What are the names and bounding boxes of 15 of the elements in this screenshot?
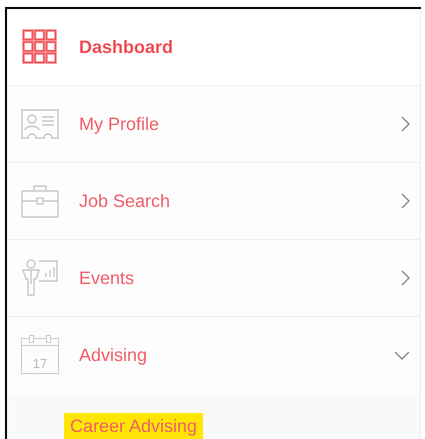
id-card-icon bbox=[21, 109, 59, 139]
menu-label: Job Search bbox=[79, 190, 172, 212]
menu-label: Advising bbox=[79, 344, 148, 367]
chevron-right-icon bbox=[401, 193, 410, 209]
menu-label: My Profile bbox=[79, 112, 160, 136]
grid-icon bbox=[22, 29, 58, 65]
chevron-right-icon bbox=[401, 270, 410, 286]
chevron-right-icon bbox=[401, 116, 410, 132]
submenu-item[interactable]: Career Advising bbox=[64, 413, 204, 439]
briefcase-icon bbox=[21, 184, 59, 218]
chevron-down-icon bbox=[394, 351, 410, 360]
menu-label: Events bbox=[79, 266, 136, 290]
calendar-icon: 17 bbox=[21, 338, 59, 374]
presenter-icon bbox=[21, 259, 59, 297]
menu-label: Dashboard bbox=[79, 36, 174, 58]
